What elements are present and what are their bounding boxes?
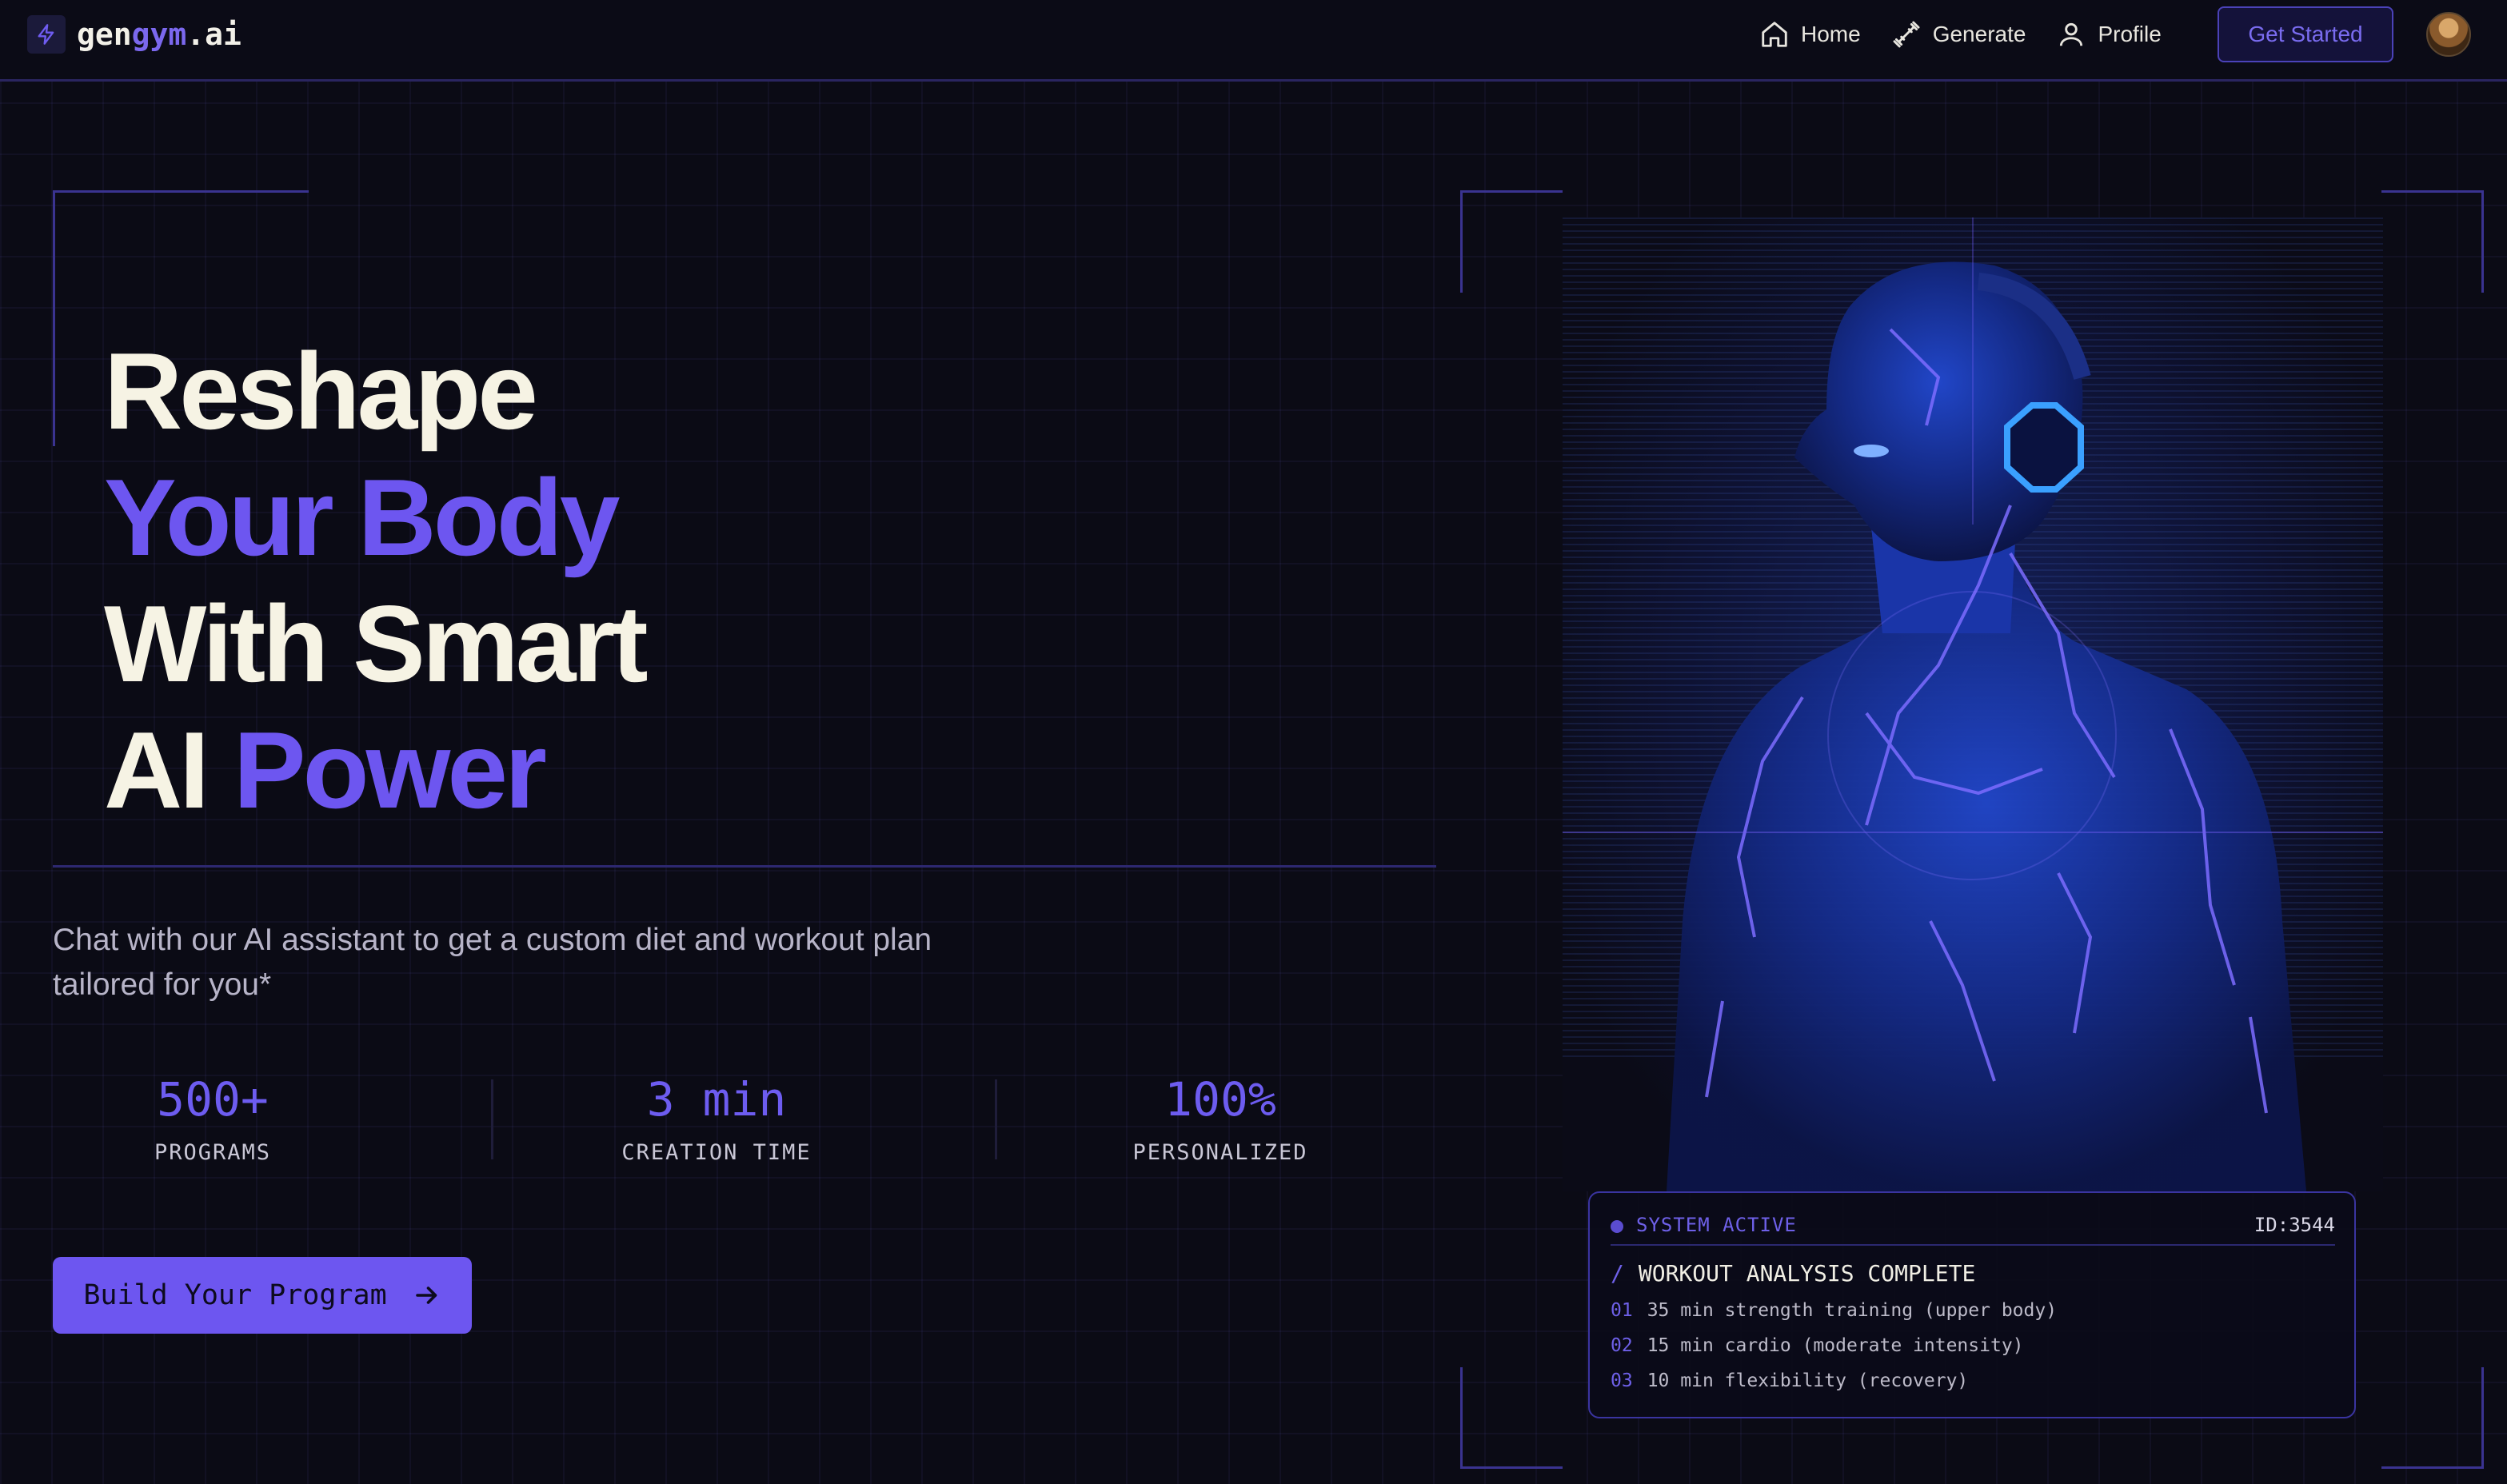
get-started-button[interactable]: Get Started xyxy=(2218,6,2393,62)
nav-home-label: Home xyxy=(1801,22,1861,46)
stat-value: 3 min xyxy=(646,1072,787,1127)
stat-programs: 500+ PROGRAMS xyxy=(93,1071,333,1165)
hero-image xyxy=(1563,217,2383,1191)
analysis-item: 01 35 min strength training (upper body) xyxy=(1611,1300,2058,1321)
headline-line-3: With Smart xyxy=(104,583,649,704)
status-header: SYSTEM ACTIVE ID:3544 xyxy=(1611,1212,2335,1246)
status-card: SYSTEM ACTIVE ID:3544 /WORKOUT ANALYSIS … xyxy=(1588,1191,2356,1418)
stat-label: PERSONALIZED xyxy=(1132,1140,1308,1165)
home-icon xyxy=(1762,22,1787,47)
analysis-item: 03 10 min flexibility (recovery) xyxy=(1611,1370,1969,1391)
analysis-item: 02 15 min cardio (moderate intensity) xyxy=(1611,1335,2024,1356)
stat-personalized: 100% PERSONALIZED xyxy=(1100,1071,1340,1165)
status-label: SYSTEM ACTIVE xyxy=(1636,1214,1797,1236)
frame-corner-br-v xyxy=(2481,1367,2484,1469)
stat-value: 100% xyxy=(1164,1072,1276,1127)
nav-generate-label: Generate xyxy=(1932,22,2026,46)
nav-home-link[interactable]: Home xyxy=(1759,16,1861,53)
analysis-title: / WORKOUT ANALYSIS COMPLETE xyxy=(1611,1260,1976,1287)
nav-generate-link[interactable]: Generate xyxy=(1891,16,2026,53)
hero-headline: Reshape Your Body With Smart AI Power xyxy=(104,328,649,833)
frame-corner-top xyxy=(53,190,309,193)
avatar[interactable] xyxy=(2426,12,2471,57)
frame-corner-tl-v xyxy=(1460,190,1463,293)
nav-profile-link[interactable]: Profile xyxy=(2056,16,2162,53)
status-id: ID:3544 xyxy=(2254,1214,2335,1236)
stats-row: 500+ PROGRAMS 3 min CREATION TIME 100% P… xyxy=(53,1071,1436,1175)
hero-subtitle: Chat with our AI assistant to get a cust… xyxy=(53,923,932,1002)
stat-separator xyxy=(491,1079,493,1159)
frame-corner-br-h xyxy=(2381,1466,2484,1469)
frame-corner-bl-h xyxy=(1460,1466,1563,1469)
frame-corner-bl-v xyxy=(1460,1367,1463,1469)
dumbbell-icon xyxy=(1893,21,1920,48)
arrow-right-icon xyxy=(415,1287,437,1304)
stat-creation-time: 3 min CREATION TIME xyxy=(597,1071,836,1165)
crosshair-vertical xyxy=(1972,217,1974,525)
headline-line-1: Reshape xyxy=(104,330,538,452)
headline-ai: AI xyxy=(104,709,210,831)
frame-corner-left xyxy=(53,190,55,446)
lightning-icon xyxy=(27,15,66,54)
hero-divider xyxy=(53,865,1436,868)
headline-power: Power xyxy=(233,709,547,831)
stat-value: 500+ xyxy=(157,1072,269,1127)
logo-text: gengym.ai xyxy=(77,17,242,52)
stat-separator xyxy=(995,1079,997,1159)
nav-links: Home Generate Profile xyxy=(1759,16,2192,53)
build-program-button[interactable]: Build Your Program xyxy=(53,1257,472,1334)
crosshair-horizontal xyxy=(1563,832,2383,833)
navbar: gengym.ai Home Generate Profile Get Star… xyxy=(0,0,2507,82)
frame-corner-tr-v xyxy=(2481,190,2484,293)
headline-line-2: Your Body xyxy=(104,457,620,578)
user-icon xyxy=(2060,22,2083,46)
frame-corner-tl-h xyxy=(1460,190,1563,193)
headline-line-4: AI Power xyxy=(104,707,645,833)
stat-label: PROGRAMS xyxy=(154,1140,272,1165)
status-dot xyxy=(1611,1220,1623,1233)
logo[interactable]: gengym.ai xyxy=(27,15,242,54)
build-program-label: Build Your Program xyxy=(83,1279,387,1311)
frame-corner-tr-h xyxy=(2381,190,2484,193)
stat-label: CREATION TIME xyxy=(621,1140,812,1165)
nav-profile-label: Profile xyxy=(2098,22,2162,46)
